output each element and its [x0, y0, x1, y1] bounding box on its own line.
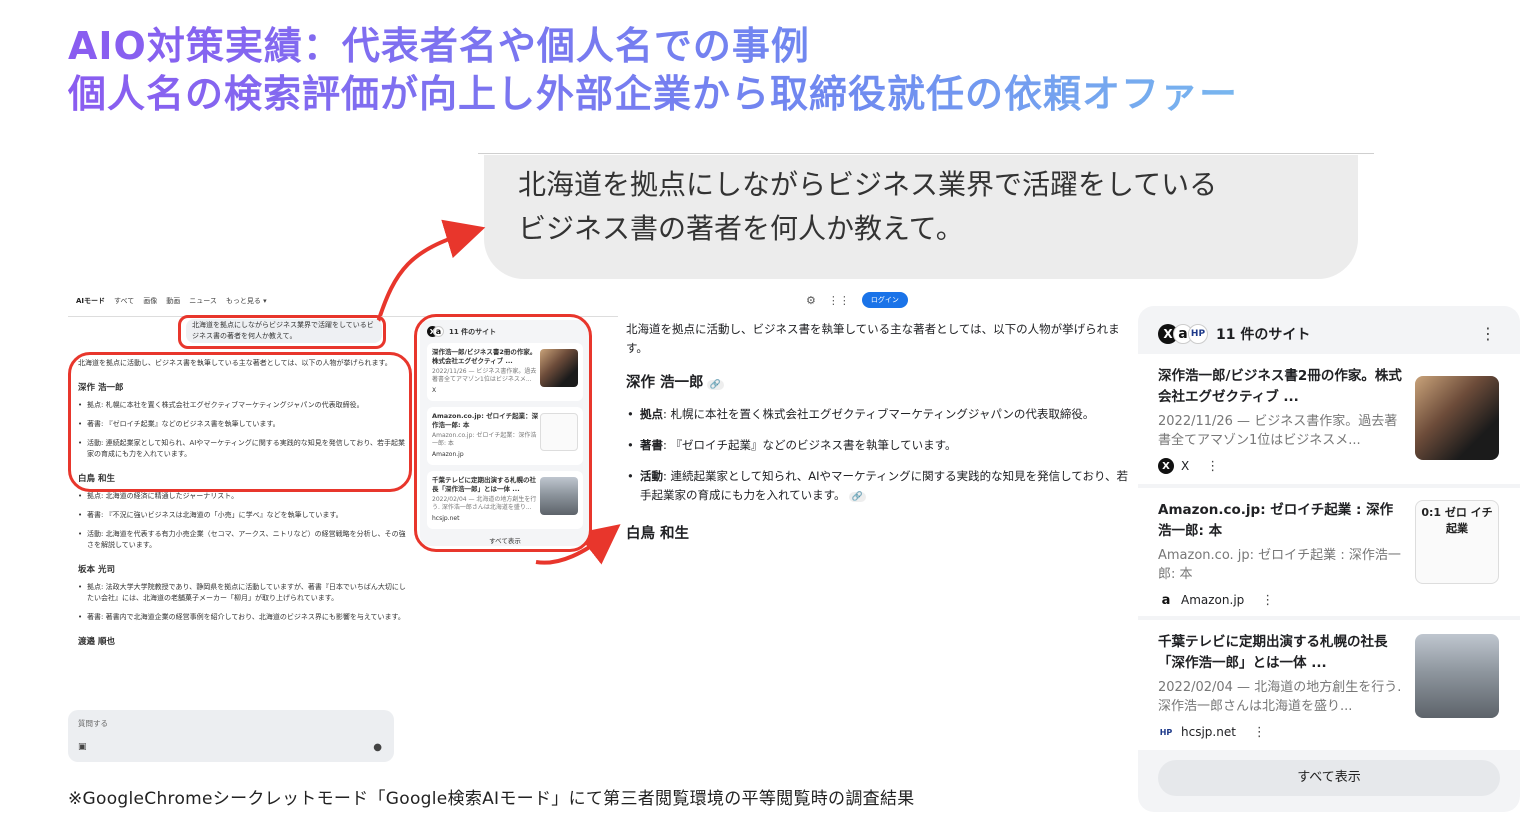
hp-logo-icon: HP [1188, 324, 1208, 344]
mini-person-list: 拠点: 北海道の経済に精通したジャーナリスト。 著書: 『不況に強いビジネスは北… [78, 491, 408, 551]
book-cover-text: 0:1 ゼロ イチ 起業 [1421, 506, 1493, 535]
mid-answer: 北海道を拠点に活動し、ビジネス書を執筆している主な著者としては、以下の人物が挙げ… [626, 320, 1134, 550]
source-site-row: X X ⋮ [1158, 458, 1500, 474]
mid-person-list: 拠点: 札幌に本社を置く株式会社エグゼクティブマーケティングジャパンの代表取締役… [626, 405, 1134, 507]
mid-list-item: 拠点: 札幌に本社を置く株式会社エグゼクティブマーケティングジャパンの代表取締役… [626, 405, 1134, 424]
mid-item-label: 拠点 [640, 407, 663, 421]
mid-next-person-name: 白鳥 和生 [626, 526, 690, 542]
more-vert-icon[interactable]: ⋮ [1253, 725, 1266, 740]
source-logos-icon: X a HP [1158, 324, 1208, 344]
more-vert-icon[interactable]: ⋮ [1261, 593, 1274, 608]
mini-list-item: 著書: 『不況に強いビジネスは北海道の「小売」に学べ』などを執筆しています。 [78, 510, 408, 521]
source-site: Amazon.jp [1181, 593, 1245, 607]
gear-icon[interactable]: ⚙ [806, 294, 816, 307]
mini-tabs: AIモード すべて 画像 動画 ニュース もっと見る ▾ [76, 296, 267, 306]
sources-title: 11 件のサイト [1216, 327, 1311, 343]
mid-item-text: : 連続起業家として知られ、AIやマーケティングに関する実践的な知見を発信してお… [640, 469, 1128, 502]
highlight-ring-query [178, 315, 386, 349]
mini-ask-input[interactable]: 質問する ▣ ● [68, 710, 394, 762]
mid-person-name: 深作 浩一郎 🔗 [626, 374, 1134, 395]
mini-tab-images[interactable]: 画像 [143, 296, 157, 306]
headline-line-2: 個人名の検索評価が向上し外部企業から取締役就任の依頼オファー [68, 72, 1239, 116]
sources-panel: X a HP 11 件のサイト ⋮ 深作浩一郎/ビジネス書2冊の作家。株式会社エ… [1138, 306, 1520, 812]
mini-ask-placeholder: 質問する [78, 719, 108, 728]
mid-item-label: 著書 [640, 438, 663, 452]
source-title: 千葉テレビに定期出演する札幌の社長「深作浩一郎」とは一体 ... [1158, 634, 1388, 671]
more-vert-icon[interactable]: ⋮ [1206, 459, 1219, 474]
mid-list-item: 著書: 『ゼロイチ起業』などのビジネス書を執筆しています。 [626, 436, 1134, 455]
mini-tab-videos[interactable]: 動画 [166, 296, 180, 306]
link-icon[interactable]: 🔗 [706, 380, 724, 390]
mid-item-text: : 『ゼロイチ起業』などのビジネス書を執筆しています。 [663, 438, 957, 452]
source-desc: Amazon.co. jp: ゼロイチ起業 : 深作浩一郎: 本 [1158, 548, 1401, 582]
footnote: ※GoogleChromeシークレットモード「Google検索AIモード」にて第… [68, 789, 915, 809]
mini-list-item: 拠点: 法政大学大学院教授であり、静岡県を拠点に活動していますが、著書『日本でい… [78, 582, 408, 604]
query-line-2: ビジネス書の著者を何人か教えて。 [518, 212, 964, 245]
more-vert-icon[interactable]: ⋮ [1480, 324, 1496, 343]
mini-list-item: 活動: 北海道を代表する有力小売企業（セコマ、アークス、ニトリなど）の経営戦略を… [78, 529, 408, 551]
mid-toolbar: ⚙ ⋮⋮ ログイン [806, 292, 908, 308]
mini-tab-ai-mode[interactable]: AIモード [76, 296, 105, 306]
apps-grid-icon[interactable]: ⋮⋮ [828, 294, 850, 307]
source-title: 深作浩一郎/ビジネス書2冊の作家。株式会社エグゼクティブ ... [1158, 368, 1402, 405]
sources-header: X a HP 11 件のサイト [1158, 324, 1310, 344]
mini-tab-news[interactable]: ニュース [189, 296, 217, 306]
mini-tab-more[interactable]: もっと見る ▾ [226, 296, 267, 306]
person-photo-icon [1415, 376, 1499, 460]
query-line-1: 北海道を拠点にしながらビジネス業界で活躍をしている [518, 168, 1218, 201]
query-bubble: 北海道を拠点にしながらビジネス業界で活躍をしている ビジネス書の著者を何人か教え… [484, 155, 1358, 279]
headline-line-1: AIO対策実績：代表者名や個人名での事例 [68, 24, 810, 68]
source-card-hcsjp[interactable]: 千葉テレビに定期出演する札幌の社長「深作浩一郎」とは一体 ... 2022/02… [1138, 620, 1520, 750]
mid-item-label: 活動 [640, 469, 663, 483]
query-divider [478, 153, 1374, 154]
highlight-ring-sources [414, 314, 592, 552]
source-desc: 2022/02/04 — 北海道の地方創生を行う. 深作浩一郎さんは北海道を盛り… [1158, 680, 1402, 714]
headline: AIO対策実績：代表者名や個人名での事例 個人名の検索評価が向上し外部企業から取… [68, 22, 1488, 118]
mini-tab-all[interactable]: すべて [114, 296, 134, 306]
source-site: X [1181, 459, 1190, 473]
mid-item-text: : 札幌に本社を置く株式会社エグゼクティブマーケティングジャパンの代表取締役。 [663, 407, 1095, 421]
mini-list-item: 拠点: 北海道の経済に精通したジャーナリスト。 [78, 491, 408, 502]
source-site-row: a Amazon.jp ⋮ [1158, 592, 1500, 608]
highlight-ring-answer [68, 352, 412, 492]
mini-person-name: 坂本 光司 [78, 565, 115, 575]
mini-list-item: 著書: 著書内で北海道企業の経営事例を紹介しており、北海道のビジネス界にも影響を… [78, 612, 408, 623]
mid-intro: 北海道を拠点に活動し、ビジネス書を執筆している主な著者としては、以下の人物が挙げ… [626, 322, 1120, 355]
amazon-logo-icon: a [1158, 592, 1174, 608]
mini-person-list: 拠点: 法政大学大学院教授であり、静岡県を拠点に活動していますが、著書『日本でい… [78, 582, 408, 623]
link-icon[interactable]: 🔗 [848, 492, 866, 502]
source-desc: 2022/11/26 — ビジネス書作家。過去著書全てアマゾン1位はビジネスメ.… [1158, 414, 1398, 448]
mini-person-name: 渡邉 順也 [78, 637, 115, 647]
mid-list-item: 活動: 連続起業家として知られ、AIやマーケティングに関する実践的な知見を発信し… [626, 467, 1134, 507]
source-title: Amazon.co.jp: ゼロイチ起業 : 深作浩一郎: 本 [1158, 502, 1394, 539]
show-all-button[interactable]: すべて表示 [1158, 760, 1500, 796]
source-card-amazon[interactable]: Amazon.co.jp: ゼロイチ起業 : 深作浩一郎: 本 Amazon.c… [1138, 488, 1520, 616]
book-cover-icon: 0:1 ゼロ イチ 起業 [1415, 500, 1499, 584]
hp-logo-icon: HP [1158, 724, 1174, 740]
login-button[interactable]: ログイン [861, 292, 908, 308]
source-card-x[interactable]: 深作浩一郎/ビジネス書2冊の作家。株式会社エグゼクティブ ... 2022/11… [1138, 354, 1520, 484]
street-photo-icon [1415, 634, 1499, 718]
source-site: hcsjp.net [1181, 725, 1236, 739]
image-upload-icon[interactable]: ▣ [78, 742, 87, 752]
microphone-icon[interactable]: ● [373, 742, 382, 753]
x-logo-icon: X [1158, 458, 1174, 474]
source-site-row: HP hcsjp.net ⋮ [1158, 724, 1500, 740]
